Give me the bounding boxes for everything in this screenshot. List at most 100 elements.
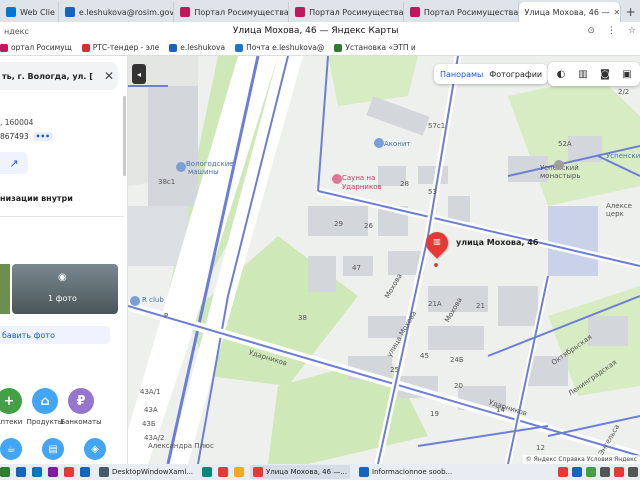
map-canvas[interactable]: ◂ Панорамы Фотографии ◐ ▥ ◙ ▣ Вологодски… xyxy=(128,56,640,464)
bookmark-item[interactable]: Установка «ЭТП и xyxy=(334,43,416,52)
browser-tab-strip: Web Clie e.leshukova@rosim.gov Портал Роси… xyxy=(0,0,640,186)
postal-code: , 160004 xyxy=(0,118,34,127)
layers-icon[interactable]: ◐ xyxy=(554,67,568,81)
tray-icon[interactable] xyxy=(600,467,610,477)
tray-icon[interactable] xyxy=(628,467,638,477)
category-icon[interactable]: ☕ xyxy=(0,438,22,460)
taskbar-task-icon xyxy=(99,467,109,477)
taskbar-app-icon[interactable] xyxy=(202,467,212,477)
browser-tab[interactable]: Портал Росимущества xyxy=(404,2,519,22)
taskbar-app-icon[interactable] xyxy=(80,467,90,477)
map-label: Вологодские xyxy=(186,160,234,168)
map-modes: Панорамы Фотографии xyxy=(434,64,549,84)
browser-tab[interactable]: Web Clie xyxy=(0,2,59,22)
collapse-panel-button[interactable]: ◂ xyxy=(132,64,146,84)
bookmark-icon xyxy=(169,43,178,52)
map-label: 57с1 xyxy=(428,122,446,130)
bookmark-label: РТС-тендер - эле xyxy=(92,43,160,52)
monastery-marker-icon[interactable] xyxy=(554,160,564,170)
map-label: 45 xyxy=(420,352,429,360)
taskbar-app-icon[interactable] xyxy=(32,467,42,477)
taskbar-task[interactable]: Улица Мохова, 46 —... xyxy=(250,465,350,479)
taskbar-task-icon xyxy=(253,467,263,477)
bookmark-icon xyxy=(334,43,343,52)
org-marker-icon[interactable] xyxy=(176,162,186,172)
system-tray xyxy=(558,467,640,477)
map-label: 12 xyxy=(536,444,545,452)
map-label: 26 xyxy=(364,222,373,230)
traffic-icon[interactable]: ▥ xyxy=(576,67,590,81)
taskbar-task-label: DesktopWindowXaml... xyxy=(112,468,193,476)
tab-favicon-icon xyxy=(6,7,16,17)
club-marker-icon[interactable] xyxy=(130,296,140,306)
search-input[interactable]: ть, г. Вологда, ул. [ xyxy=(2,72,100,81)
panel-scrollbar[interactable] xyxy=(123,96,126,176)
taskbar-app-icon[interactable] xyxy=(218,467,228,477)
map-copyright[interactable]: © Яндекс Справка Условия Яндекс xyxy=(522,455,640,464)
organizations-inside-heading[interactable]: низации внутри xyxy=(0,194,73,203)
bookmark-item[interactable]: ортал Росимущ xyxy=(0,43,72,52)
transport-icon[interactable]: ▣ xyxy=(620,67,634,81)
taskbar-task[interactable]: Informacionnoe soob... xyxy=(356,465,455,479)
taskbar-task-label: Informacionnoe soob... xyxy=(372,468,453,476)
more-icon[interactable]: ⋮ xyxy=(607,26,616,36)
map-label: 25 xyxy=(390,366,399,374)
taskbar-app-icon[interactable] xyxy=(234,467,244,477)
more-phones-button[interactable]: ••• xyxy=(32,132,54,141)
browser-tab[interactable]: Портал Росимущества xyxy=(289,2,404,22)
taskbar: DesktopWindowXaml... Улица Мохова, 46 —..… xyxy=(0,464,640,480)
target-address-label[interactable]: улица Мохова, 46 xyxy=(456,238,538,247)
bookmark-item[interactable]: РТС-тендер - эле xyxy=(81,43,160,52)
bookmark-label: Почта e.leshukova@ xyxy=(246,43,325,52)
share-button[interactable]: ↗ xyxy=(0,152,28,174)
new-tab-button[interactable]: + xyxy=(621,2,640,22)
taskbar-task-label: Улица Мохова, 46 —... xyxy=(266,468,347,476)
category-icon[interactable]: ◈ xyxy=(84,438,106,460)
bookmark-icon xyxy=(0,43,8,52)
chevron-left-icon: ◂ xyxy=(136,69,141,79)
taskbar-app-icon[interactable] xyxy=(0,467,10,477)
photo-count: 1 фото xyxy=(48,294,77,303)
camera-icon[interactable]: ◙ xyxy=(598,67,612,81)
browser-tab[interactable]: e.leshukova@rosim.gov xyxy=(59,2,175,22)
bookmark-add-icon[interactable]: ☆ xyxy=(628,26,636,36)
map-label: 20 xyxy=(454,382,463,390)
map-label: Аконит xyxy=(384,140,411,148)
category-2[interactable]: ₽ Банкоматы xyxy=(58,388,104,426)
tray-icon[interactable] xyxy=(572,467,582,477)
panoramas-button[interactable]: Панорамы xyxy=(440,70,483,79)
tab-label: Портал Росимущества xyxy=(194,7,289,17)
taskbar-app-icon[interactable] xyxy=(48,467,58,477)
taskbar-app-icon[interactable] xyxy=(16,467,26,477)
taskbar-app-icon[interactable] xyxy=(64,467,74,477)
map-label: Алексе xyxy=(606,202,632,210)
map-label: 21А xyxy=(428,300,442,308)
org-marker-icon[interactable] xyxy=(374,138,384,148)
tray-icon[interactable] xyxy=(614,467,624,477)
browser-tab[interactable]: Портал Росимущества xyxy=(174,2,290,22)
browser-tab[interactable]: Улица Мохова, 46 — ✕ xyxy=(296,2,622,186)
taskbar-task[interactable]: DesktopWindowXaml... xyxy=(96,465,196,479)
phone-row: 867493 ••• xyxy=(0,132,54,141)
location-icon[interactable]: ⊙ xyxy=(587,26,595,36)
close-icon[interactable]: ✕ xyxy=(100,69,118,83)
bookmark-item[interactable]: Почта e.leshukova@ xyxy=(235,43,324,52)
map-label: монастырь xyxy=(540,172,581,180)
photo-thumbnail[interactable] xyxy=(0,264,10,314)
search-box[interactable]: ть, г. Вологда, ул. [ ✕ xyxy=(0,62,118,90)
category-icon[interactable]: ▤ xyxy=(42,438,64,460)
photo-gallery-button[interactable]: ◉ 1 фото xyxy=(12,264,118,314)
add-photo-button[interactable]: бавить фото xyxy=(0,326,110,344)
tab-label: Портал Росимущества xyxy=(309,7,404,17)
bookmark-item[interactable]: e.leshukova xyxy=(169,43,225,52)
tray-icon[interactable] xyxy=(586,467,596,477)
bookmark-icon xyxy=(81,43,90,52)
close-tab-icon[interactable]: ✕ xyxy=(613,8,620,17)
sauna-marker-icon[interactable] xyxy=(332,174,342,184)
map-label: Р xyxy=(164,312,169,320)
tray-icon[interactable] xyxy=(558,467,568,477)
address-brand[interactable]: ндекс xyxy=(4,27,44,36)
map-label: 21 xyxy=(476,302,485,310)
map-label: Успенски xyxy=(606,152,640,160)
photos-button[interactable]: Фотографии xyxy=(489,70,542,79)
